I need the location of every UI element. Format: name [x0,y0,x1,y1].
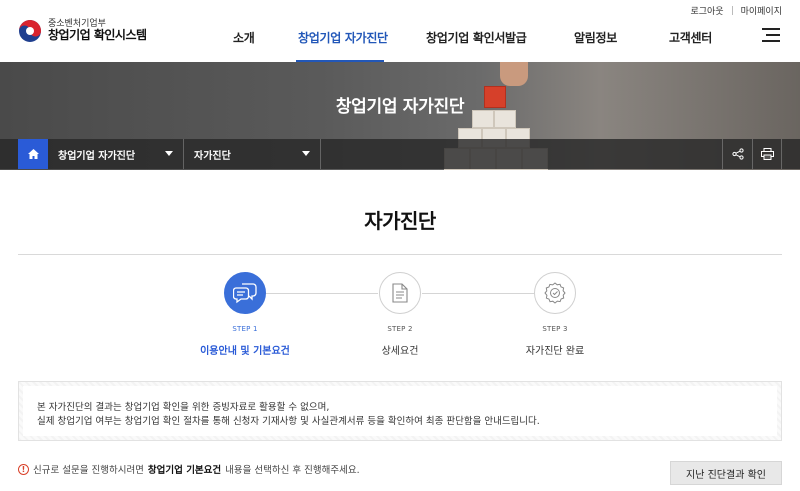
guide-text-bold: 창업기업 기본요건 [147,465,222,476]
nav-item-intro[interactable]: 소개 [233,29,255,46]
hamburger-menu-icon[interactable] [762,28,780,42]
award-badge-icon [534,272,576,314]
new-survey-guide: ! 신규로 설문을 진행하시려면 창업기업 기본요건 내용을 선택하신 후 진행… [18,462,360,476]
home-icon[interactable] [18,139,48,169]
history-result-button[interactable]: 지난 진단결과 확인 [670,461,782,485]
share-icon[interactable] [722,139,752,169]
location-depth1-select[interactable]: 창업기업 자가진단 [48,139,184,169]
warning-icon: ! [18,463,29,475]
guide-text-after: 내용을 선택하신 후 진행해주세요. [225,465,360,476]
location-depth2-label: 자가진단 [194,150,231,162]
hand-image [500,62,528,86]
document-icon [379,272,421,314]
step-number: STEP 3 [542,325,568,333]
location-bar: 창업기업 자가진단 자가진단 [0,139,800,169]
nav-item-self-diagnosis[interactable]: 창업기업 자가진단 [298,29,388,46]
step-label: 이용안내 및 기본요건 [200,346,290,357]
notice-box: 본 자가진단의 결과는 창업기업 확인을 위한 증빙자료로 활용할 수 없으며,… [18,381,782,441]
step-number: STEP 2 [387,325,413,333]
global-nav: 소개 창업기업 자가진단 창업기업 확인서발급 알림정보 고객센터 [0,29,800,62]
step-label: 자가진단 완료 [525,346,585,357]
notice-line-2: 실제 창업기업 여부는 창업기업 확인 절차를 통해 신청자 기재사항 및 사실… [37,416,540,427]
step-number: STEP 1 [232,325,258,333]
logout-link[interactable]: 로그아웃 [690,4,723,17]
print-icon[interactable] [752,139,782,169]
step-2: STEP 2 상세요건 [340,272,460,357]
nav-item-customer-center[interactable]: 고객센터 [669,29,712,46]
chevron-down-icon [165,151,173,156]
location-depth2-select[interactable]: 자가진단 [184,139,321,169]
chat-bubbles-icon [224,272,266,314]
step-1: STEP 1 이용안내 및 기본요건 [185,272,305,357]
location-depth1-label: 창업기업 자가진단 [58,150,136,162]
banner-title: 창업기업 자가진단 [335,97,465,117]
step-progress: STEP 1 이용안내 및 기본요건 STEP 2 상세요건 STEP 3 자가… [0,272,800,372]
divider [731,6,733,15]
site-header: 로그아웃 마이페이지 중소벤처기업부 창업기업 확인시스템 소개 창업기업 자가… [0,0,800,62]
utility-menu: 로그아웃 마이페이지 [690,4,782,17]
mypage-link[interactable]: 마이페이지 [741,4,782,17]
nav-item-notice[interactable]: 알림정보 [574,29,617,46]
notice-line-1: 본 자가진단의 결과는 창업기업 확인을 위한 증빙자료로 활용할 수 없으며, [37,402,330,413]
step-label: 상세요건 [381,346,419,357]
step-3: STEP 3 자가진단 완료 [495,272,615,357]
nav-item-certificate[interactable]: 창업기업 확인서발급 [426,29,527,46]
title-divider [18,254,782,255]
chevron-down-icon [302,151,310,156]
page-title: 자가진단 [364,209,436,233]
guide-text-before: 신규로 설문을 진행하시려면 [33,465,144,476]
